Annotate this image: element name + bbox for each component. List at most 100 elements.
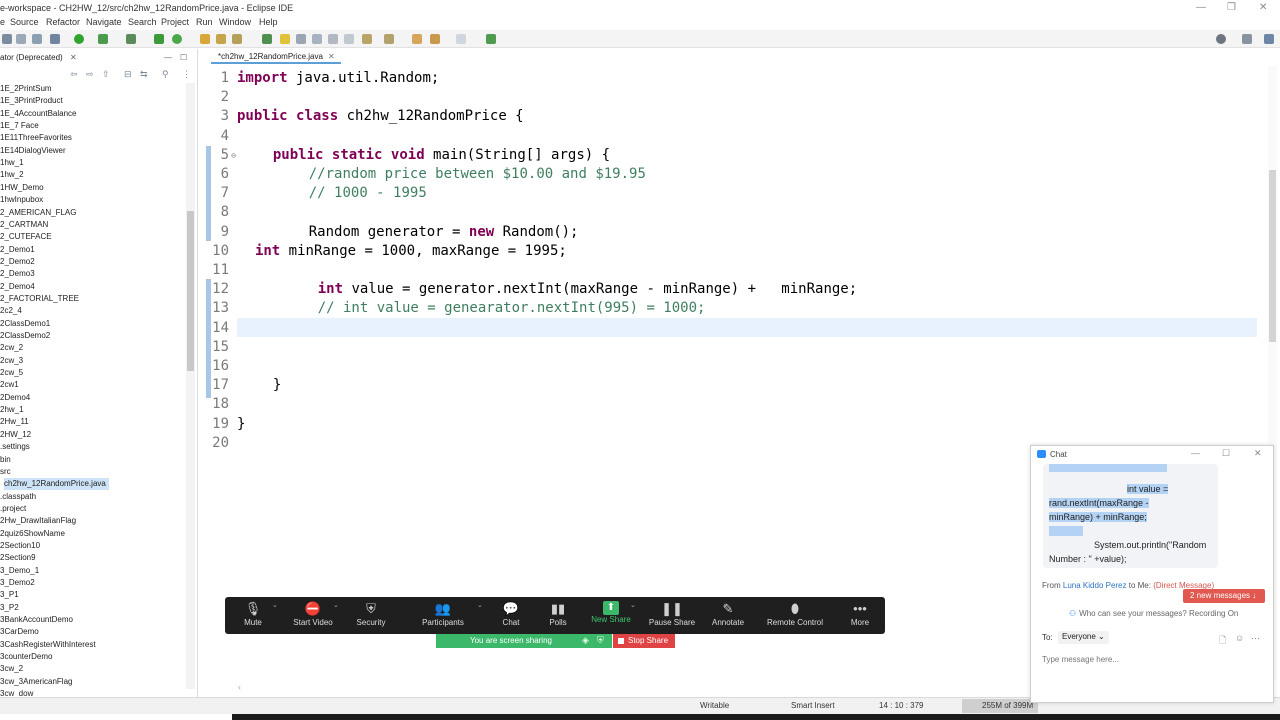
- tree-item[interactable]: 1E14DialogViewer: [0, 145, 66, 157]
- tree-item[interactable]: 2HW_12: [0, 429, 31, 441]
- tree-item[interactable]: .classpath: [0, 491, 36, 503]
- tree-item[interactable]: 3cw_3AmericanFlag: [0, 676, 72, 688]
- collapse-all-icon[interactable]: ⊟: [124, 69, 132, 80]
- tree-item[interactable]: 2_Demo4: [0, 281, 35, 293]
- tree-item[interactable]: 3_Demo_1: [0, 565, 39, 577]
- next-annotation-icon[interactable]: [362, 34, 372, 44]
- save-icon[interactable]: [2, 34, 12, 44]
- block-selection-icon[interactable]: [296, 34, 306, 44]
- emoji-icon[interactable]: ☺: [1235, 633, 1244, 643]
- chat-maximize-icon[interactable]: ☐: [1222, 448, 1230, 459]
- show-whitespace-icon[interactable]: [328, 34, 338, 44]
- java-perspective-icon[interactable]: [1264, 34, 1274, 44]
- tree-item[interactable]: 2Section10: [0, 540, 40, 552]
- remote-control-button[interactable]: ⬮ Remote Control: [763, 600, 827, 632]
- fold-icon[interactable]: ⊖: [228, 146, 236, 165]
- tree-item[interactable]: 2Section9: [0, 552, 36, 564]
- last-edit-icon[interactable]: [412, 34, 422, 44]
- menu-window[interactable]: Window: [219, 17, 251, 27]
- toggle-breadcrumb-icon[interactable]: [262, 34, 272, 44]
- menu-run[interactable]: Run: [196, 17, 213, 27]
- tree-item[interactable]: 2cw_5: [0, 367, 23, 379]
- explorer-scrollbar[interactable]: [186, 83, 195, 689]
- forward-icon[interactable]: [456, 34, 466, 44]
- chevron-down-icon[interactable]: ⌄: [272, 601, 278, 609]
- tree-item[interactable]: 2_Demo1: [0, 244, 35, 256]
- editor-tab[interactable]: *ch2hw_12RandomPrice.java ✕: [211, 51, 341, 64]
- up-nav-icon[interactable]: ⇧: [102, 69, 110, 80]
- tree-item[interactable]: 1HW_Demo: [0, 182, 44, 194]
- close-icon[interactable]: ✕: [1259, 2, 1267, 13]
- tree-item[interactable]: 1E11ThreeFavorites: [0, 132, 72, 144]
- run-icon[interactable]: [74, 34, 84, 44]
- tree-item[interactable]: .settings: [0, 441, 30, 453]
- polls-button[interactable]: ▮▮ Polls: [540, 600, 576, 632]
- tree-item[interactable]: 1hw_1: [0, 157, 24, 169]
- pin-editor-icon[interactable]: [486, 34, 496, 44]
- package-explorer-tab[interactable]: ator (Deprecated) ✕ — ☐: [0, 51, 198, 65]
- search-toolbar-icon[interactable]: [232, 34, 242, 44]
- close-tab-icon[interactable]: ✕: [70, 53, 77, 62]
- code-line[interactable]: }: [237, 415, 245, 434]
- new-java-project-icon[interactable]: [154, 34, 164, 44]
- menu-refactor[interactable]: Refactor: [46, 17, 80, 27]
- code-line[interactable]: }: [273, 376, 281, 395]
- tree-item[interactable]: 2_FACTORIAL_TREE: [0, 293, 79, 305]
- tree-item[interactable]: bin: [0, 454, 11, 466]
- code-line[interactable]: // int value = genearator.nextInt(995) =…: [318, 299, 706, 318]
- chat-button[interactable]: 💬 Chat: [493, 600, 529, 632]
- explorer-scroll-thumb[interactable]: [187, 211, 194, 371]
- code-line[interactable]: Random generator = new Random();: [309, 223, 579, 242]
- maximize-view-icon[interactable]: ☐: [180, 53, 187, 62]
- pause-share-button[interactable]: ❚❚ Pause Share: [646, 600, 698, 632]
- mute-button[interactable]: 🎙 Mute: [233, 600, 273, 632]
- view-menu-icon[interactable]: ⋮: [182, 69, 191, 80]
- restore-icon[interactable]: ❐: [1227, 2, 1236, 13]
- pilcrow-icon[interactable]: [344, 34, 354, 44]
- security-button[interactable]: ⛨ Security: [351, 600, 391, 632]
- skip-breakpoints-icon[interactable]: [32, 34, 42, 44]
- tree-item[interactable]: 3_P2: [0, 602, 19, 614]
- search-icon[interactable]: [1216, 34, 1226, 44]
- code-line[interactable]: import java.util.Random;: [237, 69, 439, 88]
- chat-message-input[interactable]: [1042, 652, 1267, 666]
- tree-item[interactable]: 2cw_3: [0, 355, 23, 367]
- tree-item[interactable]: 1E_2PrintSum: [0, 83, 52, 95]
- tree-item[interactable]: 2ClassDemo2: [0, 330, 50, 342]
- tree-item[interactable]: 3BankAccountDemo: [0, 614, 73, 626]
- share-shield-icon[interactable]: ⛨: [597, 635, 604, 646]
- open-task-icon[interactable]: [216, 34, 226, 44]
- heap-status[interactable]: 255M of 399M: [962, 699, 1038, 713]
- word-wrap-icon[interactable]: [312, 34, 322, 44]
- save-all-icon[interactable]: [16, 34, 26, 44]
- back-icon[interactable]: [430, 34, 440, 44]
- participants-button[interactable]: 👥 Participants: [415, 600, 471, 632]
- filter-icon[interactable]: ⚲: [162, 69, 169, 80]
- tree-item[interactable]: 3CarDemo: [0, 626, 39, 638]
- tree-item[interactable]: 2Demo4: [0, 392, 30, 404]
- open-type-icon[interactable]: [200, 34, 210, 44]
- tree-item[interactable]: ch2hw_12RandomPrice.java: [4, 478, 109, 491]
- code-line[interactable]: int value = generator.nextInt(maxRange -…: [318, 280, 857, 299]
- tree-item[interactable]: 2ClassDemo1: [0, 318, 50, 330]
- code-line[interactable]: // 1000 - 1995: [309, 184, 427, 203]
- tree-item[interactable]: 2c2_4: [0, 305, 22, 317]
- minimize-icon[interactable]: —: [1196, 2, 1206, 13]
- tree-item[interactable]: 2_AMERICAN_FLAG: [0, 207, 76, 219]
- annotate-button[interactable]: ✎ Annotate: [706, 600, 750, 632]
- tree-item[interactable]: 2_CUTEFACE: [0, 231, 52, 243]
- prev-annotation-icon[interactable]: [384, 34, 394, 44]
- tree-item[interactable]: 3cw_2: [0, 663, 23, 675]
- code-line[interactable]: public class ch2hw_12RandomPrice {: [237, 107, 524, 126]
- tree-item[interactable]: 2_Demo3: [0, 268, 35, 280]
- new-share-button[interactable]: ⬆ New Share: [587, 600, 635, 632]
- minimize-view-icon[interactable]: —: [164, 53, 172, 62]
- tree-item[interactable]: 3CashRegisterWithInterest: [0, 639, 96, 651]
- tree-item[interactable]: 1hw_2: [0, 169, 24, 181]
- chevron-down-icon[interactable]: ⌄: [333, 601, 339, 609]
- tree-item[interactable]: 1hwInpubox: [0, 194, 43, 206]
- tree-item[interactable]: 2hw_1: [0, 404, 24, 416]
- tree-item[interactable]: 2quiz6ShowName: [0, 528, 65, 540]
- recipient-select[interactable]: Everyone ⌄: [1058, 631, 1109, 644]
- menu-navigate[interactable]: Navigate: [86, 17, 122, 27]
